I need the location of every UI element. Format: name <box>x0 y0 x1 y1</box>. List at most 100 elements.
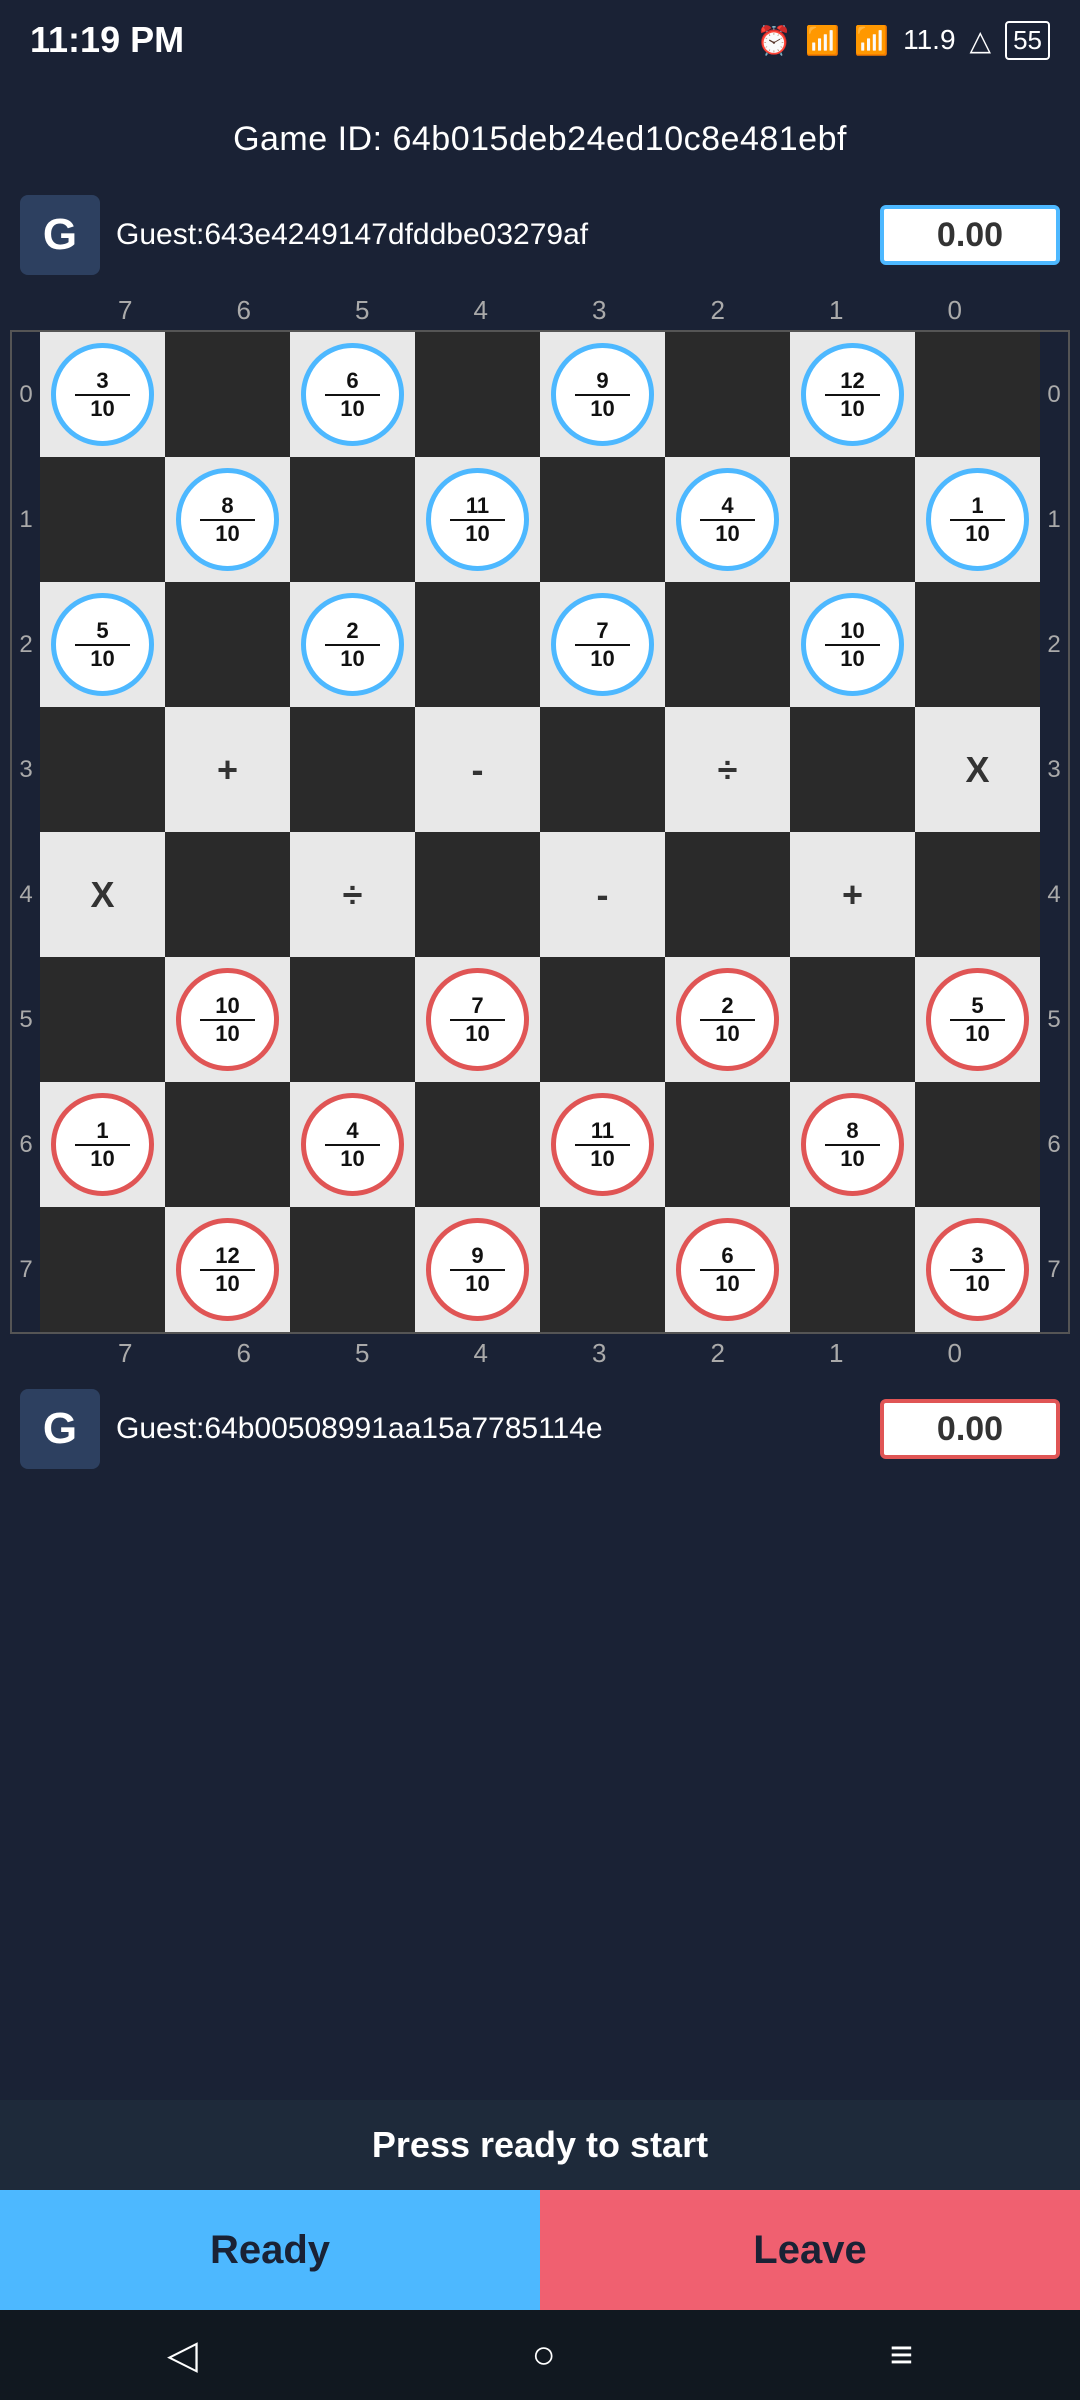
board-cell-6-3[interactable] <box>415 1082 540 1207</box>
board-cell-4-7[interactable] <box>915 832 1040 957</box>
board-cell-6-5[interactable] <box>665 1082 790 1207</box>
board-cell-0-5[interactable] <box>665 332 790 457</box>
board-cell-1-1[interactable]: 810 <box>165 457 290 582</box>
board-cell-7-7[interactable]: 310 <box>915 1207 1040 1332</box>
board-cell-6-7[interactable] <box>915 1082 1040 1207</box>
board-cell-1-3[interactable]: 1110 <box>415 457 540 582</box>
board-cell-4-6[interactable]: + <box>790 832 915 957</box>
menu-button[interactable]: ≡ <box>890 2333 913 2378</box>
board-cell-0-0[interactable]: 310 <box>40 332 165 457</box>
board-cell-0-4[interactable]: 910 <box>540 332 665 457</box>
board-cell-1-7[interactable]: 110 <box>915 457 1040 582</box>
board-cell-7-6[interactable] <box>790 1207 915 1332</box>
board-cell-7-0[interactable] <box>40 1207 165 1332</box>
board-cell-2-5[interactable] <box>665 582 790 707</box>
board-cell-0-7[interactable] <box>915 332 1040 457</box>
board-cell-5-1[interactable]: 1010 <box>165 957 290 1082</box>
board-cell-7-5[interactable]: 610 <box>665 1207 790 1332</box>
board-cell-7-1[interactable]: 1210 <box>165 1207 290 1332</box>
board-cell-3-2[interactable] <box>290 707 415 832</box>
home-button[interactable]: ○ <box>532 2333 556 2378</box>
board-cell-3-3[interactable]: - <box>415 707 540 832</box>
piece-7-5: 610 <box>676 1218 779 1321</box>
board-cell-2-6[interactable]: 1010 <box>790 582 915 707</box>
ready-button[interactable]: Ready <box>0 2190 540 2310</box>
op-3-3: - <box>472 749 484 791</box>
board-cell-4-5[interactable] <box>665 832 790 957</box>
board-cell-1-2[interactable] <box>290 457 415 582</box>
board-cell-5-6[interactable] <box>790 957 915 1082</box>
board-cell-3-6[interactable] <box>790 707 915 832</box>
board-cell-7-3[interactable]: 910 <box>415 1207 540 1332</box>
player2-name: Guest:64b00508991aa15a7785114e <box>116 1412 864 1446</box>
board-cell-5-3[interactable]: 710 <box>415 957 540 1082</box>
board-cell-5-0[interactable] <box>40 957 165 1082</box>
board-cell-1-6[interactable] <box>790 457 915 582</box>
player2-avatar: G <box>20 1389 100 1469</box>
board-container: 7 6 5 4 3 2 1 0 031061091012100181011104… <box>0 291 1080 1373</box>
row-label-right-1: 1 <box>1040 457 1068 582</box>
op-4-6: + <box>842 874 863 916</box>
row-label-left-5: 5 <box>12 957 40 1082</box>
row-label-right-2: 2 <box>1040 582 1068 707</box>
board-cell-0-3[interactable] <box>415 332 540 457</box>
game-id-text: Game ID: 64b015deb24ed10c8e481ebf <box>233 120 847 158</box>
wifi-icon: 📶 <box>805 24 840 57</box>
board-cell-1-0[interactable] <box>40 457 165 582</box>
board-cell-5-4[interactable] <box>540 957 665 1082</box>
board-cell-7-2[interactable] <box>290 1207 415 1332</box>
piece-0-6: 1210 <box>801 343 904 446</box>
board-cell-0-6[interactable]: 1210 <box>790 332 915 457</box>
board-cell-2-2[interactable]: 210 <box>290 582 415 707</box>
board-cell-2-3[interactable] <box>415 582 540 707</box>
board-cell-6-4[interactable]: 1110 <box>540 1082 665 1207</box>
board-cell-2-0[interactable]: 510 <box>40 582 165 707</box>
board-cell-4-3[interactable] <box>415 832 540 957</box>
op-3-5: ÷ <box>718 749 738 791</box>
col-label-b4: 4 <box>422 1334 541 1373</box>
row-label-right-5: 5 <box>1040 957 1068 1082</box>
board-cell-7-4[interactable] <box>540 1207 665 1332</box>
leave-button[interactable]: Leave <box>540 2190 1080 2310</box>
board-cell-6-2[interactable]: 410 <box>290 1082 415 1207</box>
alarm-icon: ⏰ <box>756 24 791 57</box>
board-cell-3-5[interactable]: ÷ <box>665 707 790 832</box>
game-id-container: Game ID: 64b015deb24ed10c8e481ebf <box>0 80 1080 179</box>
board-cell-3-1[interactable]: + <box>165 707 290 832</box>
col-label-b7: 7 <box>66 1334 185 1373</box>
piece-2-0: 510 <box>51 593 154 696</box>
board-cell-5-2[interactable] <box>290 957 415 1082</box>
board-cell-2-7[interactable] <box>915 582 1040 707</box>
back-button[interactable]: ◁ <box>167 2332 198 2378</box>
row-label-left-7: 7 <box>12 1207 40 1332</box>
battery-indicator: 55 <box>1005 21 1050 60</box>
row-label-right-0: 0 <box>1040 332 1068 457</box>
piece-6-2: 410 <box>301 1093 404 1196</box>
col-label-b6: 6 <box>185 1334 304 1373</box>
board-cell-6-1[interactable] <box>165 1082 290 1207</box>
board-cell-0-2[interactable]: 610 <box>290 332 415 457</box>
piece-7-3: 910 <box>426 1218 529 1321</box>
board-cell-6-6[interactable]: 810 <box>790 1082 915 1207</box>
board-cell-1-5[interactable]: 410 <box>665 457 790 582</box>
board-cell-2-1[interactable] <box>165 582 290 707</box>
board-cell-4-4[interactable]: - <box>540 832 665 957</box>
col-label-6: 6 <box>185 291 304 330</box>
board-cell-3-7[interactable]: X <box>915 707 1040 832</box>
piece-2-2: 210 <box>301 593 404 696</box>
piece-7-7: 310 <box>926 1218 1029 1321</box>
col-label-5: 5 <box>303 291 422 330</box>
board-cell-4-1[interactable] <box>165 832 290 957</box>
piece-0-0: 310 <box>51 343 154 446</box>
board-cell-3-0[interactable] <box>40 707 165 832</box>
board-cell-4-2[interactable]: ÷ <box>290 832 415 957</box>
board-cell-0-1[interactable] <box>165 332 290 457</box>
board-cell-1-4[interactable] <box>540 457 665 582</box>
board-cell-5-7[interactable]: 510 <box>915 957 1040 1082</box>
piece-1-5: 410 <box>676 468 779 571</box>
board-cell-4-0[interactable]: X <box>40 832 165 957</box>
board-cell-2-4[interactable]: 710 <box>540 582 665 707</box>
board-cell-3-4[interactable] <box>540 707 665 832</box>
board-cell-5-5[interactable]: 210 <box>665 957 790 1082</box>
board-cell-6-0[interactable]: 110 <box>40 1082 165 1207</box>
